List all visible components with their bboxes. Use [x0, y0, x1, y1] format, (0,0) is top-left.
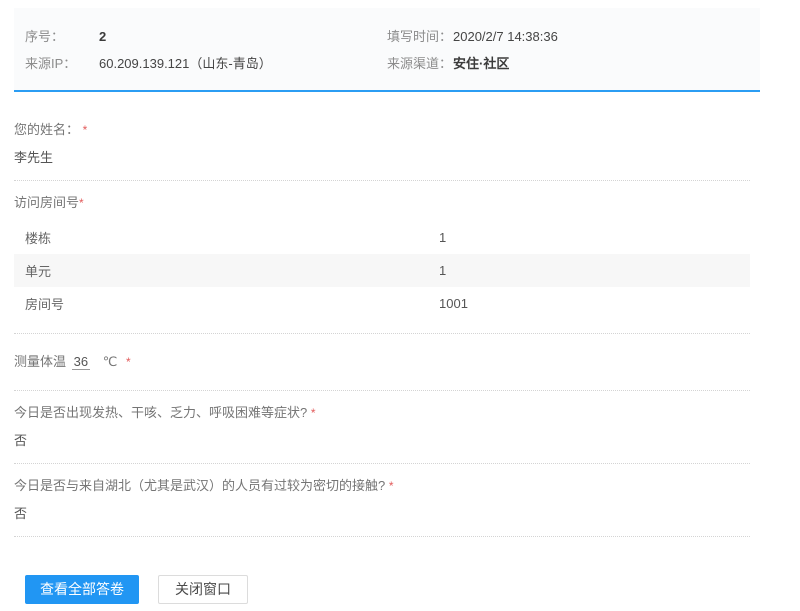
fill-time-value: 2020/2/7 14:38:36: [453, 23, 558, 50]
required-asterisk: *: [126, 355, 131, 369]
table-row-unit: 单元 1: [14, 254, 750, 287]
table-row-room: 房间号 1001: [14, 287, 750, 320]
question-room-label: 访问房间号*: [14, 194, 750, 212]
divider: [14, 536, 750, 537]
building-field-label: 楼栋: [14, 228, 439, 247]
view-all-responses-button[interactable]: 查看全部答卷: [25, 575, 139, 604]
fill-time-label: 填写时间：: [387, 23, 453, 50]
meta-left-column: 序号： 2 来源IP： 60.209.139.121（山东-青岛）: [25, 23, 387, 77]
serial-value: 2: [99, 23, 106, 50]
answer-hubei-contact: 否: [14, 505, 750, 523]
temperature-unit: ℃: [103, 354, 118, 369]
source-channel-row: 来源渠道： 安住·社区: [387, 50, 749, 77]
source-channel-value: 安住·社区: [453, 50, 509, 77]
required-asterisk: *: [83, 123, 88, 137]
answer-symptom: 否: [14, 432, 750, 450]
divider: [14, 463, 750, 464]
answer-name: 李先生: [14, 149, 750, 167]
required-asterisk: *: [389, 479, 394, 493]
close-window-button[interactable]: 关闭窗口: [158, 575, 248, 604]
divider: [14, 390, 750, 391]
divider: [14, 333, 750, 334]
response-detail-panel: 序号： 2 来源IP： 60.209.139.121（山东-青岛） 填写时间： …: [14, 8, 760, 604]
question-hubei-contact-label: 今日是否与来自湖北（尤其是武汉）的人员有过较为密切的接触? *: [14, 477, 750, 495]
response-meta-header: 序号： 2 来源IP： 60.209.139.121（山东-青岛） 填写时间： …: [14, 8, 760, 92]
required-asterisk: *: [311, 406, 316, 420]
source-ip-value: 60.209.139.121（山东-青岛）: [99, 50, 272, 77]
building-field-value: 1: [439, 230, 446, 245]
room-field-label: 房间号: [14, 294, 439, 313]
divider: [14, 180, 750, 181]
source-ip-row: 来源IP： 60.209.139.121（山东-青岛）: [25, 50, 387, 77]
unit-field-label: 单元: [14, 261, 439, 280]
temperature-value: 36: [72, 354, 90, 370]
fill-time-row: 填写时间： 2020/2/7 14:38:36: [387, 23, 749, 50]
unit-field-value: 1: [439, 263, 446, 278]
question-hubei-contact-text: 今日是否与来自湖北（尤其是武汉）的人员有过较为密切的接触?: [14, 478, 385, 493]
required-asterisk: *: [79, 196, 84, 210]
form-body: 您的姓名： * 李先生 访问房间号* 楼栋 1 单元 1 房间号 1001: [14, 92, 750, 604]
source-channel-label: 来源渠道：: [387, 50, 453, 77]
question-name-label: 您的姓名： *: [14, 121, 750, 139]
question-temperature: 测量体温 36 ℃ *: [14, 347, 750, 377]
meta-right-column: 填写时间： 2020/2/7 14:38:36 来源渠道： 安住·社区: [387, 23, 749, 77]
question-name-text: 您的姓名：: [14, 122, 79, 137]
temperature-prefix: 测量体温: [14, 354, 66, 369]
question-symptom-label: 今日是否出现发热、干咳、乏力、呼吸困难等症状? *: [14, 404, 750, 422]
room-field-value: 1001: [439, 296, 468, 311]
table-row-building: 楼栋 1: [14, 221, 750, 254]
serial-row: 序号： 2: [25, 23, 387, 50]
question-room-text: 访问房间号: [14, 195, 79, 210]
source-ip-label: 来源IP：: [25, 50, 99, 77]
room-subtable: 楼栋 1 单元 1 房间号 1001: [14, 221, 750, 320]
serial-label: 序号：: [25, 23, 99, 50]
question-symptom-text: 今日是否出现发热、干咳、乏力、呼吸困难等症状?: [14, 405, 307, 420]
action-buttons: 查看全部答卷 关闭窗口: [14, 575, 750, 604]
